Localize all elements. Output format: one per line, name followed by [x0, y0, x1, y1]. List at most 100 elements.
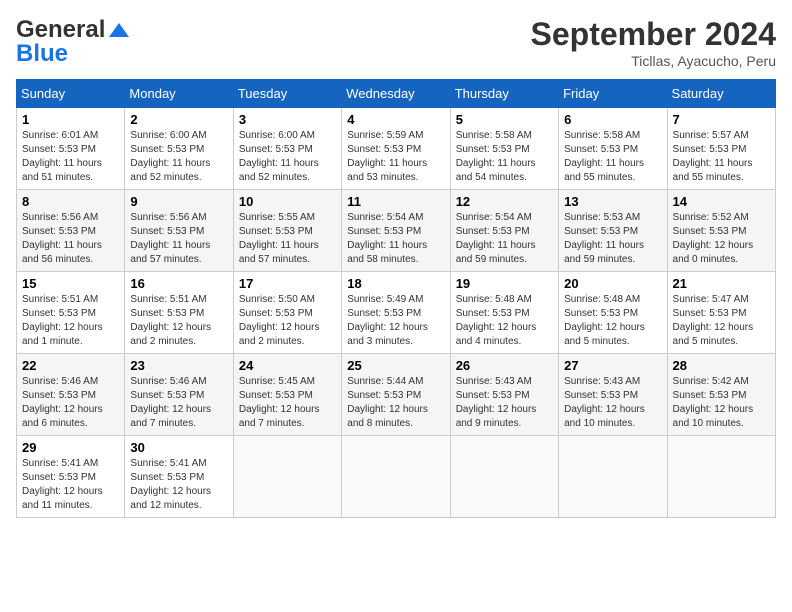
calendar-cell: 19 Sunrise: 5:48 AM Sunset: 5:53 PM Dayli… [450, 272, 558, 354]
day-number: 21 [673, 276, 770, 291]
day-number: 8 [22, 194, 119, 209]
day-info: Sunrise: 5:43 AM Sunset: 5:53 PM Dayligh… [456, 375, 553, 431]
day-number: 10 [239, 194, 336, 209]
day-info: Sunrise: 5:43 AM Sunset: 5:53 PM Dayligh… [564, 375, 661, 431]
weekday-header-wednesday: Wednesday [342, 80, 450, 108]
location-subtitle: Ticllas, Ayacucho, Peru [531, 53, 776, 69]
day-number: 13 [564, 194, 661, 209]
calendar-cell: 12 Sunrise: 5:54 AM Sunset: 5:53 PM Dayli… [450, 190, 558, 272]
calendar-cell: 26 Sunrise: 5:43 AM Sunset: 5:53 PM Dayli… [450, 354, 558, 436]
calendar-cell: 14 Sunrise: 5:52 AM Sunset: 5:53 PM Dayli… [667, 190, 775, 272]
day-info: Sunrise: 5:49 AM Sunset: 5:53 PM Dayligh… [347, 293, 444, 349]
calendar-cell: 13 Sunrise: 5:53 AM Sunset: 5:53 PM Dayli… [559, 190, 667, 272]
day-info: Sunrise: 5:56 AM Sunset: 5:53 PM Dayligh… [130, 211, 227, 267]
calendar-cell: 20 Sunrise: 5:48 AM Sunset: 5:53 PM Dayli… [559, 272, 667, 354]
calendar-week-row: 22 Sunrise: 5:46 AM Sunset: 5:53 PM Dayli… [17, 354, 776, 436]
day-info: Sunrise: 6:00 AM Sunset: 5:53 PM Dayligh… [130, 129, 227, 185]
day-info: Sunrise: 5:47 AM Sunset: 5:53 PM Dayligh… [673, 293, 770, 349]
day-number: 26 [456, 358, 553, 373]
day-number: 11 [347, 194, 444, 209]
calendar-table: SundayMondayTuesdayWednesdayThursdayFrid… [16, 79, 776, 518]
day-number: 19 [456, 276, 553, 291]
logo-blue: Blue [16, 40, 68, 68]
calendar-cell: 4 Sunrise: 5:59 AM Sunset: 5:53 PM Daylig… [342, 108, 450, 190]
day-info: Sunrise: 5:48 AM Sunset: 5:53 PM Dayligh… [456, 293, 553, 349]
day-number: 22 [22, 358, 119, 373]
calendar-cell: 6 Sunrise: 5:58 AM Sunset: 5:53 PM Daylig… [559, 108, 667, 190]
day-info: Sunrise: 5:42 AM Sunset: 5:53 PM Dayligh… [673, 375, 770, 431]
day-info: Sunrise: 5:51 AM Sunset: 5:53 PM Dayligh… [130, 293, 227, 349]
day-number: 18 [347, 276, 444, 291]
calendar-cell: 5 Sunrise: 5:58 AM Sunset: 5:53 PM Daylig… [450, 108, 558, 190]
day-info: Sunrise: 6:01 AM Sunset: 5:53 PM Dayligh… [22, 129, 119, 185]
day-info: Sunrise: 5:56 AM Sunset: 5:53 PM Dayligh… [22, 211, 119, 267]
weekday-header-saturday: Saturday [667, 80, 775, 108]
weekday-header-thursday: Thursday [450, 80, 558, 108]
day-info: Sunrise: 5:54 AM Sunset: 5:53 PM Dayligh… [347, 211, 444, 267]
day-info: Sunrise: 5:59 AM Sunset: 5:53 PM Dayligh… [347, 129, 444, 185]
day-number: 28 [673, 358, 770, 373]
calendar-cell: 27Sunrise: 5:43 AM Sunset: 5:53 PM Dayli… [559, 354, 667, 436]
day-number: 1 [22, 112, 119, 127]
calendar-cell [450, 436, 558, 518]
day-number: 7 [673, 112, 770, 127]
day-number: 20 [564, 276, 661, 291]
calendar-cell [233, 436, 341, 518]
calendar-cell: 29 Sunrise: 5:41 AM Sunset: 5:53 PM Dayli… [17, 436, 125, 518]
calendar-cell: 28 Sunrise: 5:42 AM Sunset: 5:53 PM Dayli… [667, 354, 775, 436]
calendar-cell: 25 Sunrise: 5:44 AM Sunset: 5:53 PM Dayli… [342, 354, 450, 436]
day-info: Sunrise: 5:54 AM Sunset: 5:53 PM Dayligh… [456, 211, 553, 267]
calendar-cell: 18 Sunrise: 5:49 AM Sunset: 5:53 PM Dayli… [342, 272, 450, 354]
logo: General Blue [16, 16, 129, 68]
calendar-cell: 16Sunrise: 5:51 AM Sunset: 5:53 PM Dayli… [125, 272, 233, 354]
calendar-cell: 11 Sunrise: 5:54 AM Sunset: 5:53 PM Dayli… [342, 190, 450, 272]
day-number: 23 [130, 358, 227, 373]
day-number: 12 [456, 194, 553, 209]
weekday-header-friday: Friday [559, 80, 667, 108]
day-number: 24 [239, 358, 336, 373]
calendar-cell: 1 Sunrise: 6:01 AM Sunset: 5:53 PM Daylig… [17, 108, 125, 190]
calendar-cell: 17 Sunrise: 5:50 AM Sunset: 5:53 PM Dayli… [233, 272, 341, 354]
calendar-week-row: 29 Sunrise: 5:41 AM Sunset: 5:53 PM Dayli… [17, 436, 776, 518]
calendar-cell: 21 Sunrise: 5:47 AM Sunset: 5:53 PM Dayli… [667, 272, 775, 354]
day-info: Sunrise: 5:50 AM Sunset: 5:53 PM Dayligh… [239, 293, 336, 349]
calendar-cell [559, 436, 667, 518]
day-number: 25 [347, 358, 444, 373]
day-number: 3 [239, 112, 336, 127]
day-number: 29 [22, 440, 119, 455]
day-info: Sunrise: 6:00 AM Sunset: 5:53 PM Dayligh… [239, 129, 336, 185]
day-info: Sunrise: 5:48 AM Sunset: 5:53 PM Dayligh… [564, 293, 661, 349]
day-number: 17 [239, 276, 336, 291]
weekday-header-sunday: Sunday [17, 80, 125, 108]
day-info: Sunrise: 5:41 AM Sunset: 5:53 PM Dayligh… [22, 457, 119, 513]
calendar-week-row: 8 Sunrise: 5:56 AM Sunset: 5:53 PM Daylig… [17, 190, 776, 272]
day-info: Sunrise: 5:44 AM Sunset: 5:53 PM Dayligh… [347, 375, 444, 431]
day-number: 6 [564, 112, 661, 127]
calendar-week-row: 15 Sunrise: 5:51 AM Sunset: 5:53 PM Dayli… [17, 272, 776, 354]
calendar-cell: 15 Sunrise: 5:51 AM Sunset: 5:53 PM Dayli… [17, 272, 125, 354]
month-title: September 2024 [531, 16, 776, 53]
title-section: September 2024 Ticllas, Ayacucho, Peru [531, 16, 776, 69]
calendar-week-row: 1 Sunrise: 6:01 AM Sunset: 5:53 PM Daylig… [17, 108, 776, 190]
page-header: General Blue September 2024 Ticllas, Aya… [16, 16, 776, 69]
day-info: Sunrise: 5:51 AM Sunset: 5:53 PM Dayligh… [22, 293, 119, 349]
calendar-cell: 22 Sunrise: 5:46 AM Sunset: 5:53 PM Dayli… [17, 354, 125, 436]
calendar-cell: 7Sunrise: 5:57 AM Sunset: 5:53 PM Daylig… [667, 108, 775, 190]
calendar-cell: 3 Sunrise: 6:00 AM Sunset: 5:53 PM Daylig… [233, 108, 341, 190]
weekday-header-tuesday: Tuesday [233, 80, 341, 108]
day-number: 14 [673, 194, 770, 209]
calendar-cell: 30Sunrise: 5:41 AM Sunset: 5:53 PM Dayli… [125, 436, 233, 518]
day-number: 15 [22, 276, 119, 291]
day-info: Sunrise: 5:53 AM Sunset: 5:53 PM Dayligh… [564, 211, 661, 267]
day-info: Sunrise: 5:58 AM Sunset: 5:53 PM Dayligh… [456, 129, 553, 185]
day-info: Sunrise: 5:58 AM Sunset: 5:53 PM Dayligh… [564, 129, 661, 185]
calendar-cell: 2Sunrise: 6:00 AM Sunset: 5:53 PM Daylig… [125, 108, 233, 190]
day-info: Sunrise: 5:52 AM Sunset: 5:53 PM Dayligh… [673, 211, 770, 267]
logo-icon [109, 23, 129, 37]
calendar-cell: 23 Sunrise: 5:46 AM Sunset: 5:53 PM Dayli… [125, 354, 233, 436]
day-info: Sunrise: 5:46 AM Sunset: 5:53 PM Dayligh… [130, 375, 227, 431]
day-number: 5 [456, 112, 553, 127]
calendar-cell: 8 Sunrise: 5:56 AM Sunset: 5:53 PM Daylig… [17, 190, 125, 272]
day-info: Sunrise: 5:46 AM Sunset: 5:53 PM Dayligh… [22, 375, 119, 431]
day-number: 4 [347, 112, 444, 127]
